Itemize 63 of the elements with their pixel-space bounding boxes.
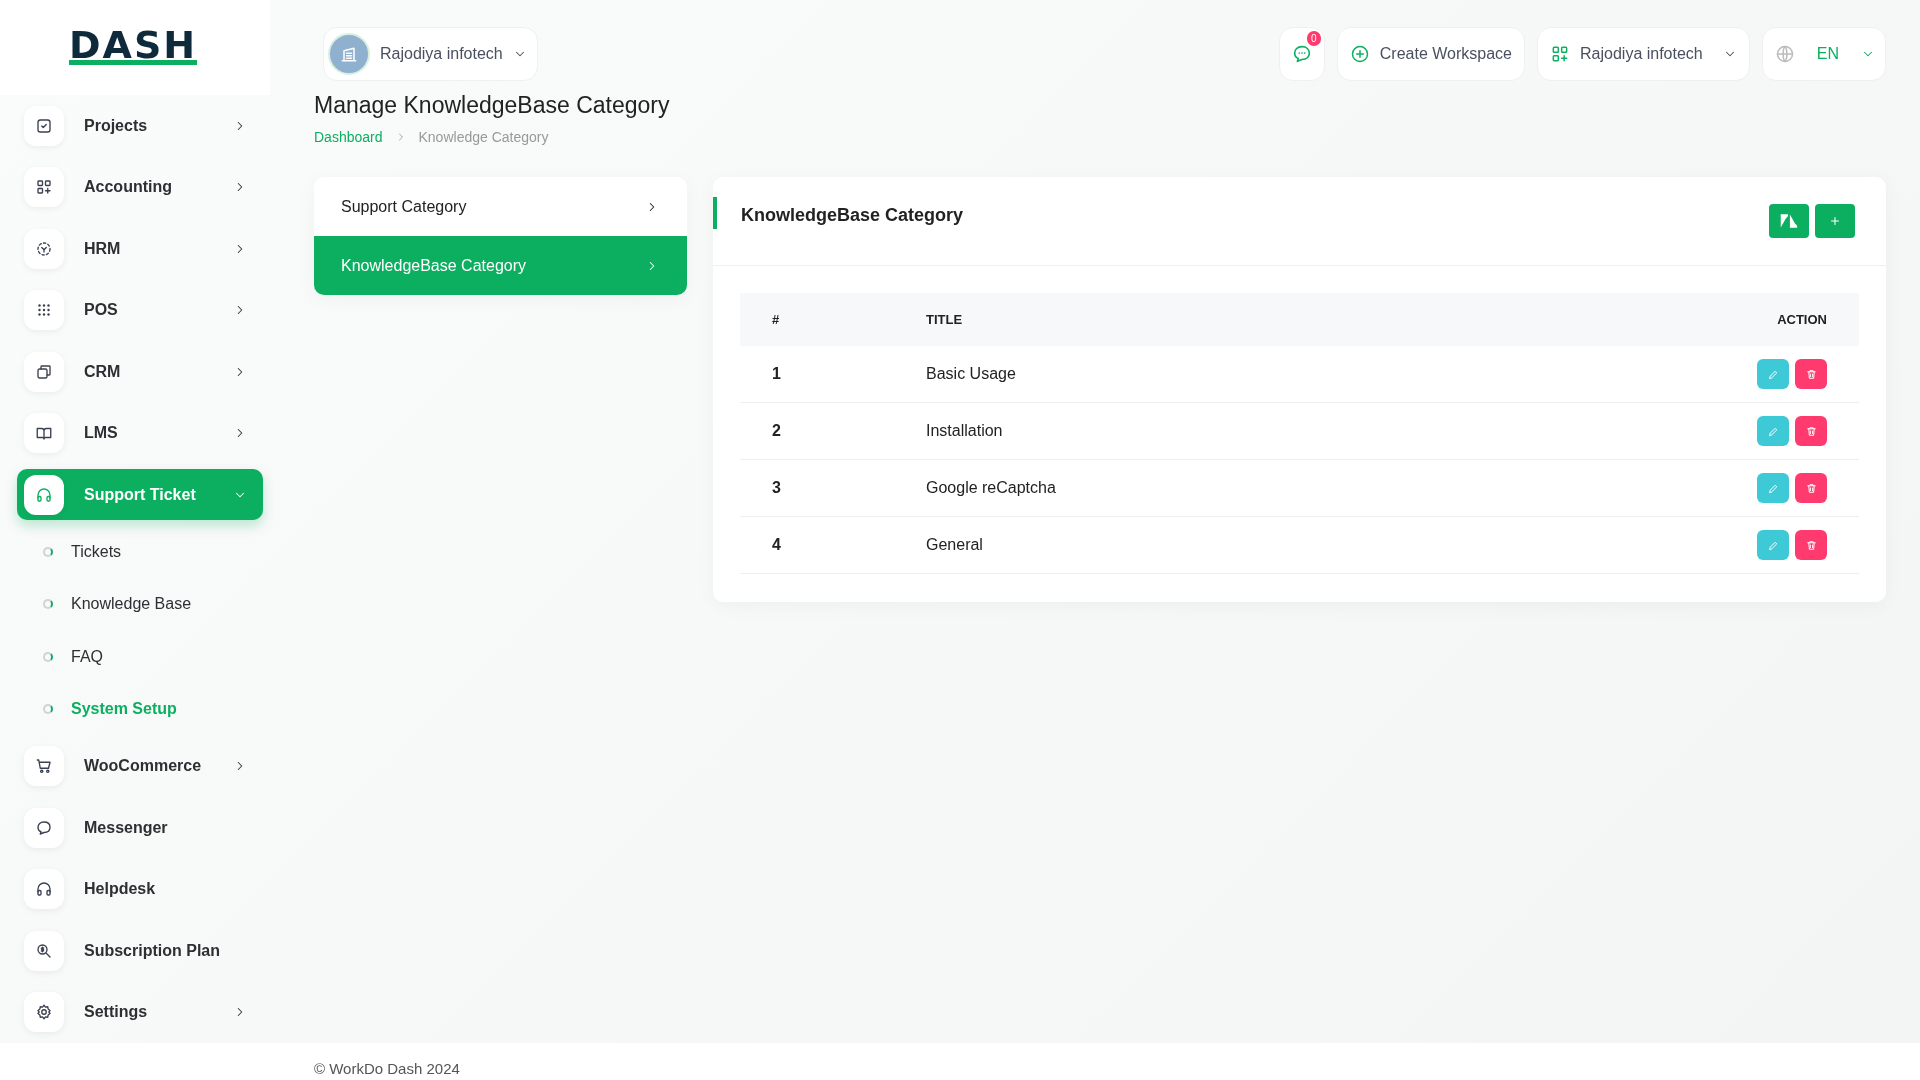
sidebar-item[interactable]: LMS — [17, 407, 263, 459]
table-cell: General — [894, 516, 1455, 574]
delete-button[interactable] — [1795, 530, 1827, 560]
edit-button[interactable] — [1757, 416, 1789, 446]
trash-icon — [1804, 538, 1818, 552]
table-cell: 3 — [740, 459, 894, 517]
table-cell: 4 — [740, 516, 894, 574]
sidebar-item[interactable]: HRM — [17, 223, 263, 274]
trash-icon — [1804, 481, 1818, 495]
delete-button[interactable] — [1795, 473, 1827, 503]
settings-menu-item[interactable]: Support Category — [314, 177, 687, 236]
checkbox-icon — [35, 116, 53, 135]
grid-plus-icon — [35, 178, 53, 196]
plus-icon — [1828, 214, 1842, 228]
submenu-item[interactable]: FAQ — [17, 630, 270, 683]
magnifier-coin-icon — [35, 941, 53, 960]
page-title: Manage KnowledgeBase Category — [314, 92, 671, 119]
notification-badge: 0 — [1306, 31, 1321, 46]
plus-circle-icon — [1349, 44, 1370, 64]
table-cell: 2 — [740, 402, 894, 460]
submenu-item[interactable]: Knowledge Base — [17, 578, 270, 631]
company-dropdown[interactable]: Rajodiya infotech — [1537, 27, 1750, 81]
trash-icon — [1804, 424, 1818, 438]
edit-button[interactable] — [1757, 530, 1789, 560]
create-workspace-button[interactable]: Create Workspace — [1336, 27, 1525, 81]
submenu-item[interactable]: Tickets — [17, 525, 270, 578]
sidebar-item[interactable]: Subscription Plan — [17, 925, 263, 976]
sidebar-item[interactable]: WooCommerce — [17, 740, 263, 792]
table-cell: 1 — [740, 346, 894, 403]
zendesk-button[interactable] — [1769, 204, 1809, 238]
logo[interactable]: DASH — [68, 30, 198, 65]
workspace-dropdown[interactable]: Rajodiya infotech — [323, 27, 538, 81]
sidebar-item[interactable]: Projects — [17, 100, 263, 151]
table-cell: Basic Usage — [894, 346, 1455, 403]
footer-text: © WorkDo Dash 2024 — [314, 1059, 460, 1077]
dots-grid-icon — [35, 301, 53, 319]
delete-button[interactable] — [1795, 359, 1827, 389]
trash-icon — [1804, 367, 1818, 381]
globe-icon — [1774, 44, 1795, 64]
gear-icon — [35, 1003, 53, 1021]
breadcrumb-current: Knowledge Category — [418, 129, 549, 145]
sidebar-item[interactable]: Messenger — [17, 802, 263, 853]
column-header: TITLE — [894, 293, 1455, 346]
sidebar-item[interactable]: Settings — [17, 986, 263, 1038]
headphones-icon — [35, 880, 53, 898]
sidebar-item[interactable]: Helpdesk — [17, 863, 263, 915]
sidebar-item[interactable]: CRM — [17, 346, 263, 397]
add-button[interactable] — [1815, 204, 1855, 238]
sidebar-item[interactable]: Accounting — [17, 161, 263, 213]
edit-button[interactable] — [1757, 473, 1789, 503]
sidebar-item[interactable]: POS — [17, 284, 263, 336]
squares-icon — [35, 362, 53, 381]
column-header: # — [740, 293, 894, 346]
column-header: ACTION — [1454, 293, 1859, 346]
cart-icon — [35, 757, 53, 775]
card-title: KnowledgeBase Category — [741, 205, 964, 226]
edit-button[interactable] — [1757, 359, 1789, 389]
headphones-icon — [35, 485, 53, 504]
table-cell: Google reCaptcha — [894, 459, 1455, 517]
chat-bubble-icon — [35, 818, 53, 837]
delete-button[interactable] — [1795, 416, 1827, 446]
table-cell: Installation — [894, 402, 1455, 460]
grid-plus-icon — [1550, 44, 1570, 64]
